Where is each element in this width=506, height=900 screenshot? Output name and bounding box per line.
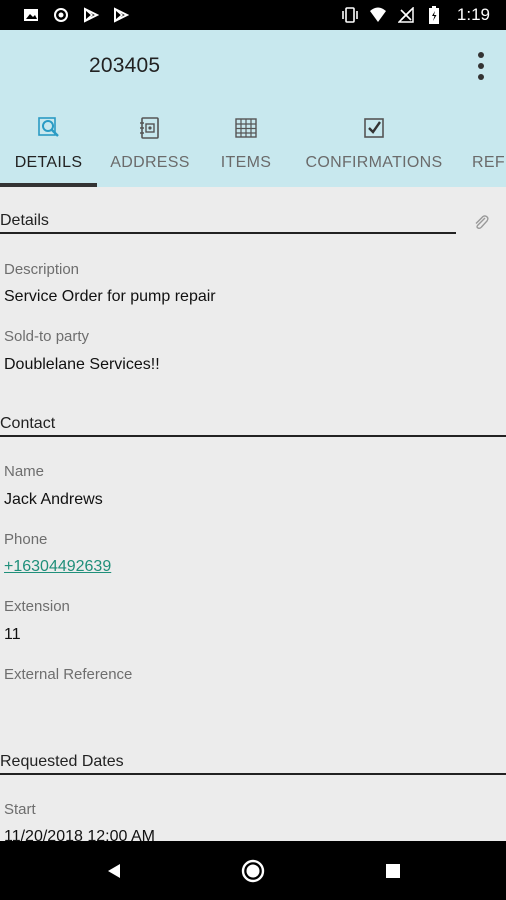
tab-confirmations[interactable]: CONFIRMATIONS	[300, 110, 448, 187]
navigation-bar	[0, 841, 506, 900]
app-bar: 203405 DETAILS ADDRESS ITEMS CONFIRMATIO…	[0, 30, 506, 187]
start-value: 11/20/2018 12:00 AM	[4, 828, 155, 841]
tab-items-label: ITEMS	[220, 154, 272, 171]
extension-value: 11	[4, 626, 21, 643]
play-store-icon	[82, 6, 100, 24]
status-left	[22, 6, 130, 24]
tab-references-icon	[462, 115, 488, 141]
play-store-icon	[112, 6, 130, 24]
tab-items[interactable]: ITEMS	[210, 110, 282, 187]
sold-to-label: Sold-to party	[4, 328, 90, 345]
tab-address[interactable]: ADDRESS	[104, 110, 196, 187]
tab-confirmations-label: CONFIRMATIONS	[305, 154, 443, 171]
name-label: Name	[4, 463, 45, 480]
tab-references-label: REFE	[472, 154, 506, 171]
wifi-icon	[369, 6, 387, 24]
section-header-requested-dates: Requested Dates	[0, 753, 506, 775]
description-label: Description	[4, 261, 80, 278]
image-icon	[22, 6, 40, 24]
details-content[interactable]: Details Description Service Order for pu…	[0, 187, 506, 841]
home-button[interactable]	[237, 855, 269, 887]
tab-address-label: ADDRESS	[110, 154, 190, 171]
tab-details[interactable]: DETAILS	[0, 110, 97, 187]
battery-icon	[425, 6, 443, 24]
section-header-contact: Contact	[0, 415, 506, 437]
description-value: Service Order for pump repair	[4, 288, 216, 305]
grid-icon	[233, 115, 259, 141]
tab-bar: DETAILS ADDRESS ITEMS CONFIRMATIONS REF	[0, 110, 506, 187]
name-value: Jack Andrews	[4, 491, 103, 508]
vibrate-icon	[341, 6, 359, 24]
tab-details-label: DETAILS	[14, 154, 83, 171]
recents-button[interactable]	[377, 855, 409, 887]
overflow-dot	[478, 74, 484, 80]
checkbox-icon	[361, 115, 387, 141]
tab-references[interactable]: REFE	[462, 110, 506, 187]
location-icon	[52, 6, 70, 24]
address-book-icon	[137, 115, 163, 141]
home-icon	[241, 859, 265, 883]
paperclip-icon[interactable]	[472, 213, 490, 231]
overflow-dot	[478, 63, 484, 69]
section-header-details: Details	[0, 212, 456, 234]
page-title: 203405	[89, 54, 161, 77]
external-reference-label: External Reference	[4, 666, 133, 683]
details-search-icon	[36, 115, 62, 141]
status-time: 1:19	[456, 5, 490, 24]
phone-link[interactable]: +16304492639	[4, 558, 111, 576]
sold-to-value: Doublelane Services!!	[4, 356, 160, 373]
start-label: Start	[4, 801, 36, 818]
status-bar: 1:19	[0, 0, 506, 30]
extension-label: Extension	[4, 598, 70, 615]
phone-label: Phone	[4, 531, 48, 548]
overflow-menu-button[interactable]	[466, 46, 496, 86]
recents-icon	[386, 864, 400, 878]
overflow-dot	[478, 52, 484, 58]
no-signal-icon	[397, 6, 415, 24]
back-icon	[108, 864, 120, 878]
back-button[interactable]	[98, 855, 130, 887]
status-right: 1:19	[341, 5, 490, 25]
